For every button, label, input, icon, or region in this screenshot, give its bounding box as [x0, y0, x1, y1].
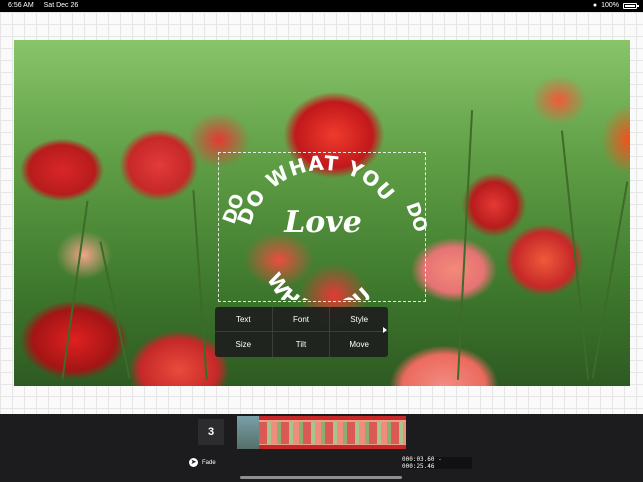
- menu-more-arrow-icon[interactable]: [383, 327, 387, 333]
- menu-item-style[interactable]: Style: [330, 307, 388, 332]
- status-time: 6:56 AM: [8, 2, 34, 9]
- wifi-icon: ●: [592, 2, 598, 9]
- battery-icon: [623, 2, 639, 9]
- clip-bottom-handle[interactable]: [259, 445, 406, 449]
- fade-icon: ➤: [189, 458, 198, 467]
- status-date: Sat Dec 26: [43, 2, 79, 9]
- clip-filmstrip: [259, 422, 406, 444]
- clip-thumbnail-selected[interactable]: [259, 416, 406, 449]
- text-context-menu: Text Font Style Size Tilt Move: [215, 307, 388, 357]
- fade-label: Fade: [202, 459, 216, 466]
- status-bar: 6:56 AM Sat Dec 26 ● 100%: [0, 0, 643, 12]
- clip-thumbnail-previous[interactable]: [237, 416, 259, 449]
- menu-item-text[interactable]: Text: [215, 307, 273, 332]
- menu-item-size[interactable]: Size: [215, 332, 273, 357]
- clip-count-badge[interactable]: 3: [198, 419, 224, 445]
- selection-box[interactable]: [218, 152, 426, 302]
- fade-button[interactable]: ➤ Fade: [189, 458, 216, 467]
- menu-item-tilt[interactable]: Tilt: [273, 332, 331, 357]
- time-range-display[interactable]: 000:03.60 - 000:25.46: [402, 456, 472, 470]
- clip-top-handle[interactable]: [259, 416, 406, 420]
- menu-item-move[interactable]: Move: [330, 332, 388, 357]
- battery-percent: 100%: [601, 2, 619, 9]
- home-indicator: [240, 476, 402, 479]
- menu-item-font[interactable]: Font: [272, 307, 331, 332]
